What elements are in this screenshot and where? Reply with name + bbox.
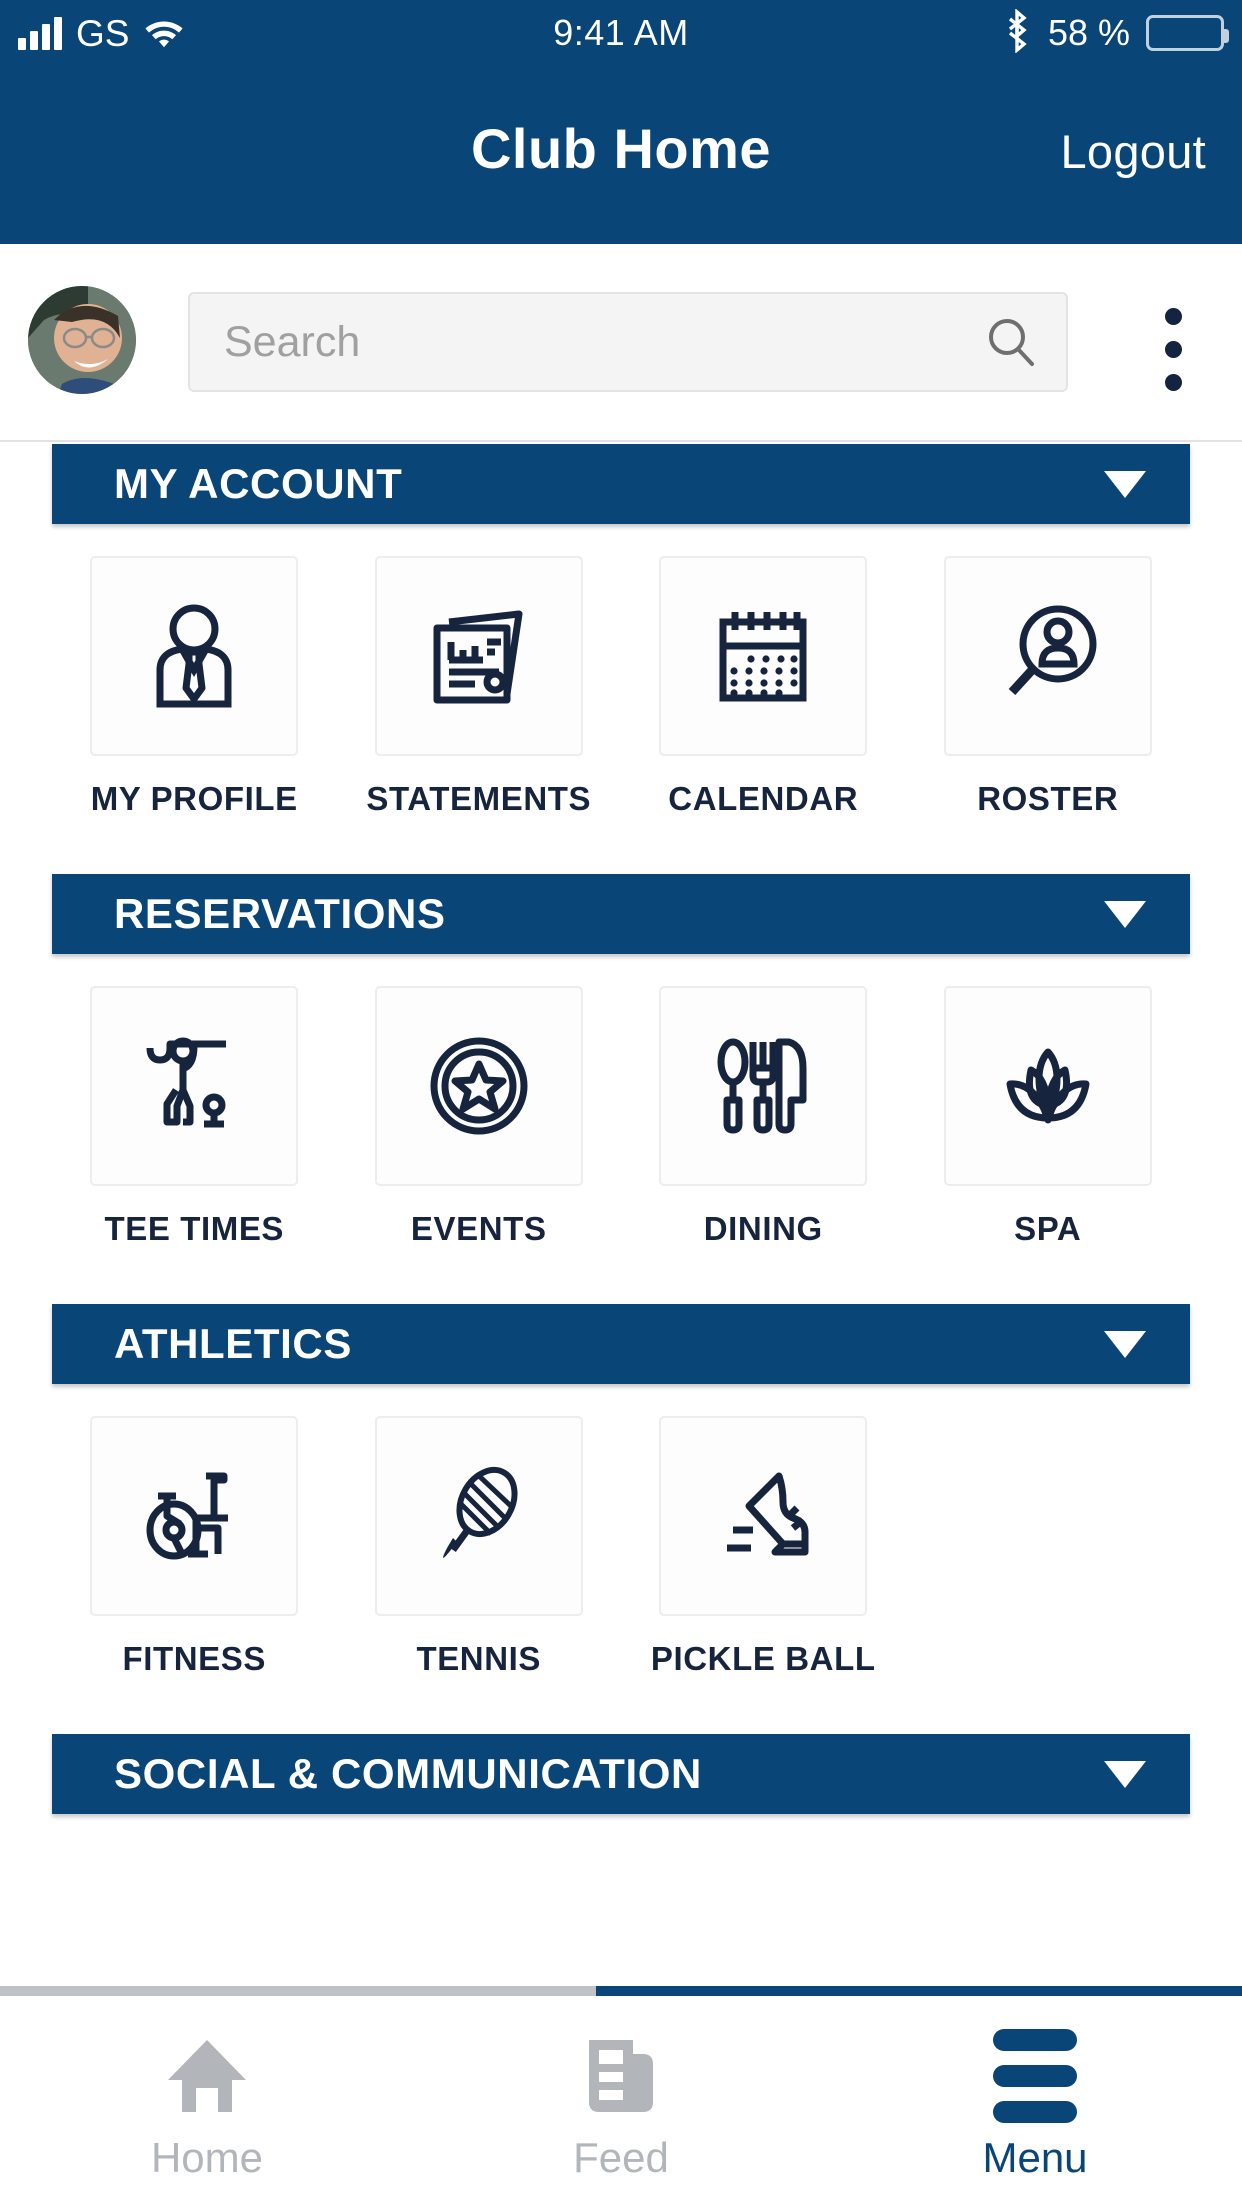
tab-menu[interactable]: Menu <box>828 1996 1242 2208</box>
chevron-down-icon[interactable] <box>1104 1760 1146 1788</box>
tile-label: MY PROFILE <box>90 780 298 817</box>
tile-empty-slot <box>906 1416 1191 1678</box>
tile-grid-athletics: FITNESS TENNIS PICKLE BALL <box>0 1416 1242 1678</box>
kebab-menu-icon[interactable] <box>1165 308 1182 391</box>
tile-icon-box <box>374 556 583 756</box>
tile-label: PICKLE BALL <box>650 1640 876 1677</box>
section-title: RESERVATIONS <box>114 890 446 937</box>
home-icon <box>164 2030 250 2122</box>
tile-label: TEE TIMES <box>104 1210 285 1247</box>
tile-label: CALENDAR <box>668 780 859 817</box>
tile-icon-box <box>943 986 1152 1186</box>
tile-grid-my-account: MY PROFILE STATEMENTS CALENDAR ROSTER <box>0 556 1242 818</box>
bottom-tab-bar: Home Feed Menu <box>0 1996 1242 2208</box>
search-input[interactable] <box>190 317 956 367</box>
chevron-down-icon[interactable] <box>1104 1330 1146 1358</box>
section-header-athletics[interactable]: ATHLETICS <box>52 1304 1190 1384</box>
tile-icon-box <box>90 556 299 756</box>
tile-label: EVENTS <box>410 1210 547 1247</box>
tile-roster[interactable]: ROSTER <box>906 556 1191 818</box>
search-field-container[interactable] <box>188 292 1068 392</box>
tile-label: TENNIS <box>416 1640 542 1677</box>
tile-spa[interactable]: SPA <box>906 986 1191 1248</box>
tab-feed[interactable]: Feed <box>414 1996 828 2208</box>
tile-events[interactable]: EVENTS <box>337 986 622 1248</box>
tile-icon-box <box>90 986 299 1186</box>
search-row <box>0 244 1242 442</box>
bluetooth-icon <box>1002 7 1032 58</box>
chevron-down-icon[interactable] <box>1104 900 1146 928</box>
tab-label: Feed <box>573 2134 669 2181</box>
status-bar: GS 9:41 AM 58 % <box>0 0 1242 66</box>
tile-label: STATEMENTS <box>366 780 592 817</box>
page-title: Club Home <box>470 117 772 180</box>
tile-icon-box <box>374 1416 583 1616</box>
search-icon[interactable] <box>956 314 1066 370</box>
section-title: SOCIAL & COMMUNICATION <box>114 1750 702 1797</box>
tile-label: DINING <box>703 1210 823 1247</box>
scrollbar-thumb[interactable] <box>596 1986 1242 1996</box>
tile-icon-box <box>659 986 868 1186</box>
section-header-social-communication[interactable]: SOCIAL & COMMUNICATION <box>52 1734 1190 1814</box>
logout-button[interactable]: Logout <box>1060 124 1206 179</box>
tile-label: ROSTER <box>977 780 1119 817</box>
tile-fitness[interactable]: FITNESS <box>52 1416 337 1678</box>
tile-icon-box <box>943 556 1152 756</box>
scrollbar-track[interactable] <box>0 1986 1242 1996</box>
battery-icon <box>1146 15 1229 51</box>
tab-label: Home <box>150 2134 264 2181</box>
tile-icon-box <box>659 556 868 756</box>
tile-icon-box <box>659 1416 868 1616</box>
tile-icon-box <box>374 986 583 1186</box>
section-title: MY ACCOUNT <box>114 460 403 507</box>
tile-tennis[interactable]: TENNIS <box>337 1416 622 1678</box>
tile-statements[interactable]: STATEMENTS <box>337 556 622 818</box>
user-avatar[interactable] <box>28 286 136 394</box>
tile-dining[interactable]: DINING <box>621 986 906 1248</box>
section-title: ATHLETICS <box>114 1320 352 1367</box>
tile-tee-times[interactable]: TEE TIMES <box>52 986 337 1248</box>
app-header: Club Home Logout <box>0 66 1242 244</box>
tile-my-profile[interactable]: MY PROFILE <box>52 556 337 818</box>
feed-icon <box>581 2030 661 2122</box>
tab-label: Menu <box>982 2134 1088 2181</box>
section-header-reservations[interactable]: RESERVATIONS <box>52 874 1190 954</box>
tab-home[interactable]: Home <box>0 1996 414 2208</box>
tile-calendar[interactable]: CALENDAR <box>621 556 906 818</box>
section-header-my-account[interactable]: MY ACCOUNT <box>52 444 1190 524</box>
tile-label: FITNESS <box>122 1640 267 1677</box>
tile-pickle-ball[interactable]: PICKLE BALL <box>621 1416 906 1678</box>
tile-grid-reservations: TEE TIMES EVENTS DINING SPA <box>0 986 1242 1248</box>
tile-icon-box <box>90 1416 299 1616</box>
hamburger-menu-icon <box>993 2029 1077 2123</box>
app-root: GS 9:41 AM 58 % Club Home Logout Search … <box>0 0 1242 2208</box>
sections-scroll-area[interactable]: MY ACCOUNT MY PROFILE STATEMENTS CALENDA… <box>0 444 1242 1996</box>
status-bar-right: 58 % <box>1002 0 1229 66</box>
battery-percent-label: 58 % <box>1047 12 1130 53</box>
chevron-down-icon[interactable] <box>1104 470 1146 498</box>
tile-label: SPA <box>1014 1210 1082 1247</box>
